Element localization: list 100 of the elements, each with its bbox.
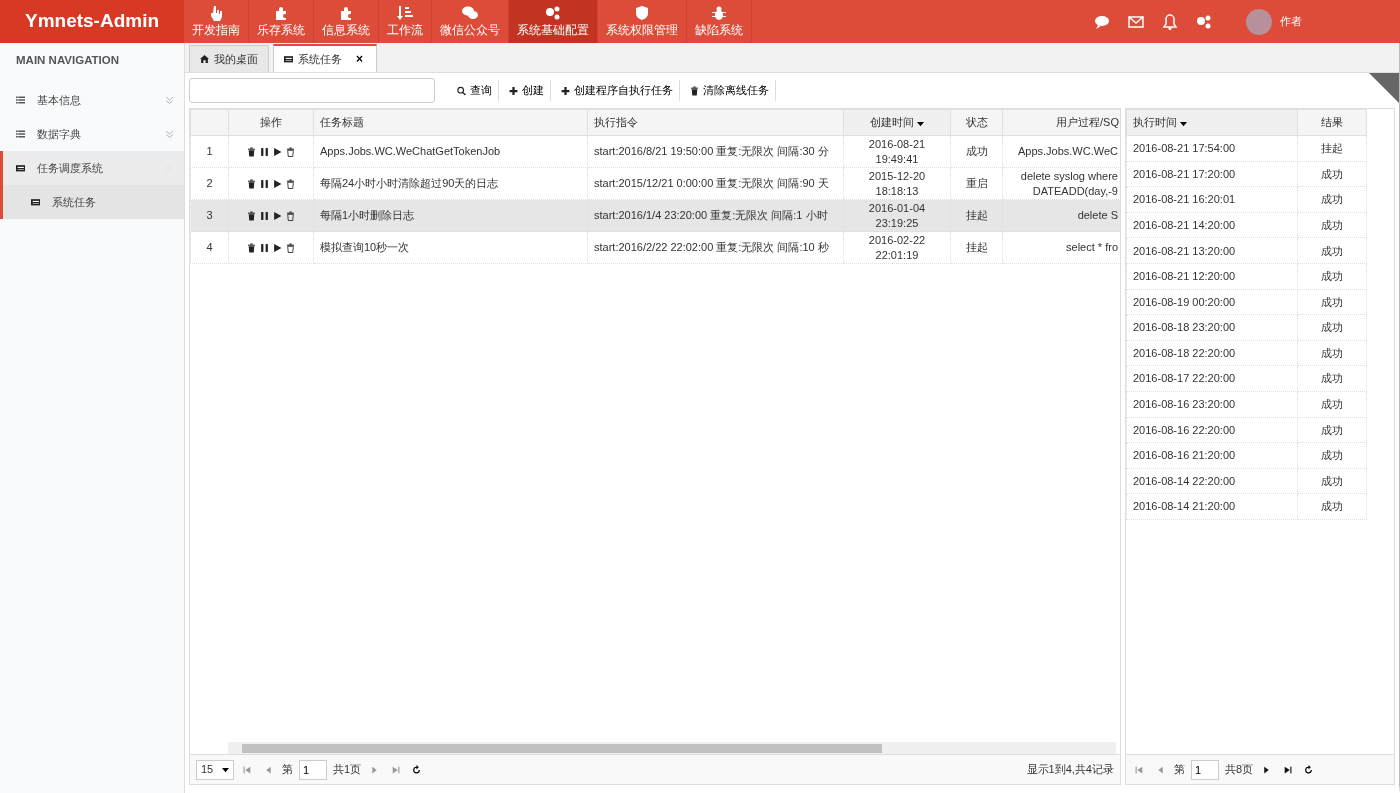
table-row[interactable]: 3 每隔1小时删除日志 start:2016/1/4 23:20:00 重复:无限次 间隔:1 小时 2016-01-04 23:19:25 挂起 delete S xyxy=(190,199,1120,232)
column-header[interactable]: 执行指令 xyxy=(587,109,844,136)
table-cell: 2016-08-21 13:20:00 xyxy=(1126,237,1298,264)
sort-down-icon xyxy=(917,119,925,127)
play-icon[interactable] xyxy=(273,146,282,157)
play-icon[interactable] xyxy=(273,242,282,253)
row-number: 3 xyxy=(190,199,229,232)
bell-icon[interactable] xyxy=(1162,13,1178,30)
pause-icon[interactable] xyxy=(260,210,269,221)
column-header[interactable]: 执行时间 xyxy=(1126,109,1298,136)
top-nav-tab[interactable]: 系统基础配置 xyxy=(509,0,598,43)
trash-icon[interactable] xyxy=(247,210,256,221)
horizontal-scrollbar[interactable] xyxy=(228,742,1116,754)
table-cell: 2016-08-21 19:49:41 xyxy=(843,135,951,168)
home-icon xyxy=(200,54,209,64)
table-cell: 2016-08-21 16:20:01 xyxy=(1126,186,1298,213)
last-page-icon xyxy=(391,764,401,775)
page-size-select[interactable]: 15 xyxy=(196,759,234,780)
table-row[interactable]: 2 每隔24小时小时清除超过90天的日志 start:2015/12/21 0:00:00 重复:无限次 间隔:90 天 2015-12-20 18:18:13 重启 delete syslog where DATEADD(day,-9 xyxy=(190,167,1120,200)
table-cell: 2016-08-17 22:20:00 xyxy=(1126,365,1298,392)
mail-icon[interactable] xyxy=(1128,13,1144,30)
sidebar-item[interactable]: 数据字典 xyxy=(0,117,184,152)
plus-icon xyxy=(509,85,518,96)
table-cell: 成功 xyxy=(1297,442,1367,469)
column-header[interactable]: 任务标题 xyxy=(313,109,588,136)
trash-icon[interactable] xyxy=(247,146,256,157)
column-header[interactable]: 状态 xyxy=(950,109,1003,136)
tab[interactable]: 系统任务 × xyxy=(273,44,377,72)
puzzle-icon xyxy=(273,4,289,21)
page-number-field[interactable]: 1 xyxy=(299,759,327,780)
table-cell: 2016-02-22 22:01:19 xyxy=(843,231,951,264)
trash-icon[interactable] xyxy=(286,146,295,157)
trash-icon[interactable] xyxy=(286,178,295,189)
row-number: 4 xyxy=(190,231,229,264)
row-number: 1 xyxy=(190,135,229,168)
bug-icon xyxy=(711,4,727,21)
sidebar-header: MAIN NAVIGATION xyxy=(15,53,121,68)
previous-page-icon xyxy=(264,764,273,775)
table-cell: 2016-08-16 22:20:00 xyxy=(1126,417,1298,443)
table-cell: 成功 xyxy=(1297,340,1367,366)
column-header[interactable]: 创建时间 xyxy=(843,109,951,136)
sidebar-subitem[interactable]: 系统任务 xyxy=(0,185,184,220)
table-row[interactable]: 1 Apps.Jobs.WC.WeChatGetTokenJob start:2016/8/21 19:50:00 重复:无限次 间隔:30 分 2016-08-21 19:49:41 成功 Apps.Jobs.WC.WeC xyxy=(190,135,1120,168)
table-cell: 成功 xyxy=(1297,493,1367,520)
last-page-icon xyxy=(1283,764,1293,775)
folder-icon xyxy=(31,197,40,208)
table-cell: 成功 xyxy=(1297,161,1367,187)
pause-icon[interactable] xyxy=(260,242,269,253)
table-cell: 成功 xyxy=(1297,365,1367,392)
table-cell: 成功 xyxy=(1297,391,1367,418)
chat-bubbles-icon xyxy=(462,4,478,21)
table-cell: 2016-08-18 22:20:00 xyxy=(1126,340,1298,366)
tab[interactable]: 我的桌面 xyxy=(189,45,269,72)
expand-corner-icon[interactable] xyxy=(1369,73,1399,103)
page-number-field[interactable]: 1 xyxy=(1191,759,1219,780)
column-header[interactable]: 操作 xyxy=(228,109,314,136)
table-cell: 每隔1小时删除日志 xyxy=(313,199,588,232)
trash-icon[interactable] xyxy=(286,210,295,221)
page-label: 第 xyxy=(1174,762,1185,778)
table-cell: 每隔24小时小时清除超过90天的日志 xyxy=(313,167,588,200)
toolbar-button[interactable]: 清除离线任务 xyxy=(684,80,776,101)
sidebar-item[interactable]: 任务调度系统 xyxy=(0,151,184,186)
brand-logo: Ymnets-Admin xyxy=(0,0,184,43)
table-cell: 2016-08-16 21:20:00 xyxy=(1126,442,1298,469)
table-cell: 成功 xyxy=(1297,186,1367,213)
close-button[interactable]: × xyxy=(353,50,366,68)
table-cell: 模拟查询10秒一次 xyxy=(313,231,588,264)
column-header[interactable]: 用户过程/SQ xyxy=(1002,109,1120,136)
trash-icon[interactable] xyxy=(286,242,295,253)
trash-icon[interactable] xyxy=(247,178,256,189)
chat-icon[interactable] xyxy=(1094,13,1110,30)
user-name[interactable]: 作者 xyxy=(1280,13,1302,30)
previous-page-icon xyxy=(1156,764,1165,775)
table-cell: 挂起 xyxy=(1297,135,1367,162)
record-summary: 显示1到4,共4记录 xyxy=(1026,762,1114,778)
toolbar-button[interactable]: 创建程序自执行任务 xyxy=(555,80,680,101)
toolbar-button[interactable]: 查询 xyxy=(451,80,499,101)
table-cell: 成功 xyxy=(1297,314,1367,341)
trash-icon[interactable] xyxy=(247,242,256,253)
search-icon xyxy=(457,85,466,96)
table-cell: 成功 xyxy=(1297,212,1367,238)
page-label: 第 xyxy=(282,762,293,778)
table-cell: start:2016/1/4 23:20:00 重复:无限次 间隔:1 小时 xyxy=(587,199,844,232)
table-cell: Apps.Jobs.WC.WeChatGetTokenJob xyxy=(313,135,588,168)
table-row[interactable]: 4 模拟查询10秒一次 start:2016/2/22 22:02:00 重复:无限次 间隔:10 秒 2016-02-22 22:01:19 挂起 select * fro xyxy=(190,231,1120,264)
table-cell: 2016-01-04 23:19:25 xyxy=(843,199,951,232)
search-field[interactable] xyxy=(189,78,435,103)
pause-icon[interactable] xyxy=(260,146,269,157)
table-cell: start:2015/12/21 0:00:00 重复:无限次 间隔:90 天 xyxy=(587,167,844,200)
table-cell: 成功 xyxy=(1297,468,1367,494)
pause-icon[interactable] xyxy=(260,178,269,189)
table-cell: 2015-12-20 18:18:13 xyxy=(843,167,951,200)
toolbar-button[interactable]: 创建 xyxy=(503,80,551,101)
row-number: 2 xyxy=(190,167,229,200)
column-header[interactable]: 结果 xyxy=(1297,109,1367,136)
play-icon[interactable] xyxy=(273,210,282,221)
caret-down-icon xyxy=(222,766,229,773)
sidebar-item[interactable]: 基本信息 xyxy=(0,83,184,118)
table-cell: 2016-08-14 22:20:00 xyxy=(1126,468,1298,494)
play-icon[interactable] xyxy=(273,178,282,189)
